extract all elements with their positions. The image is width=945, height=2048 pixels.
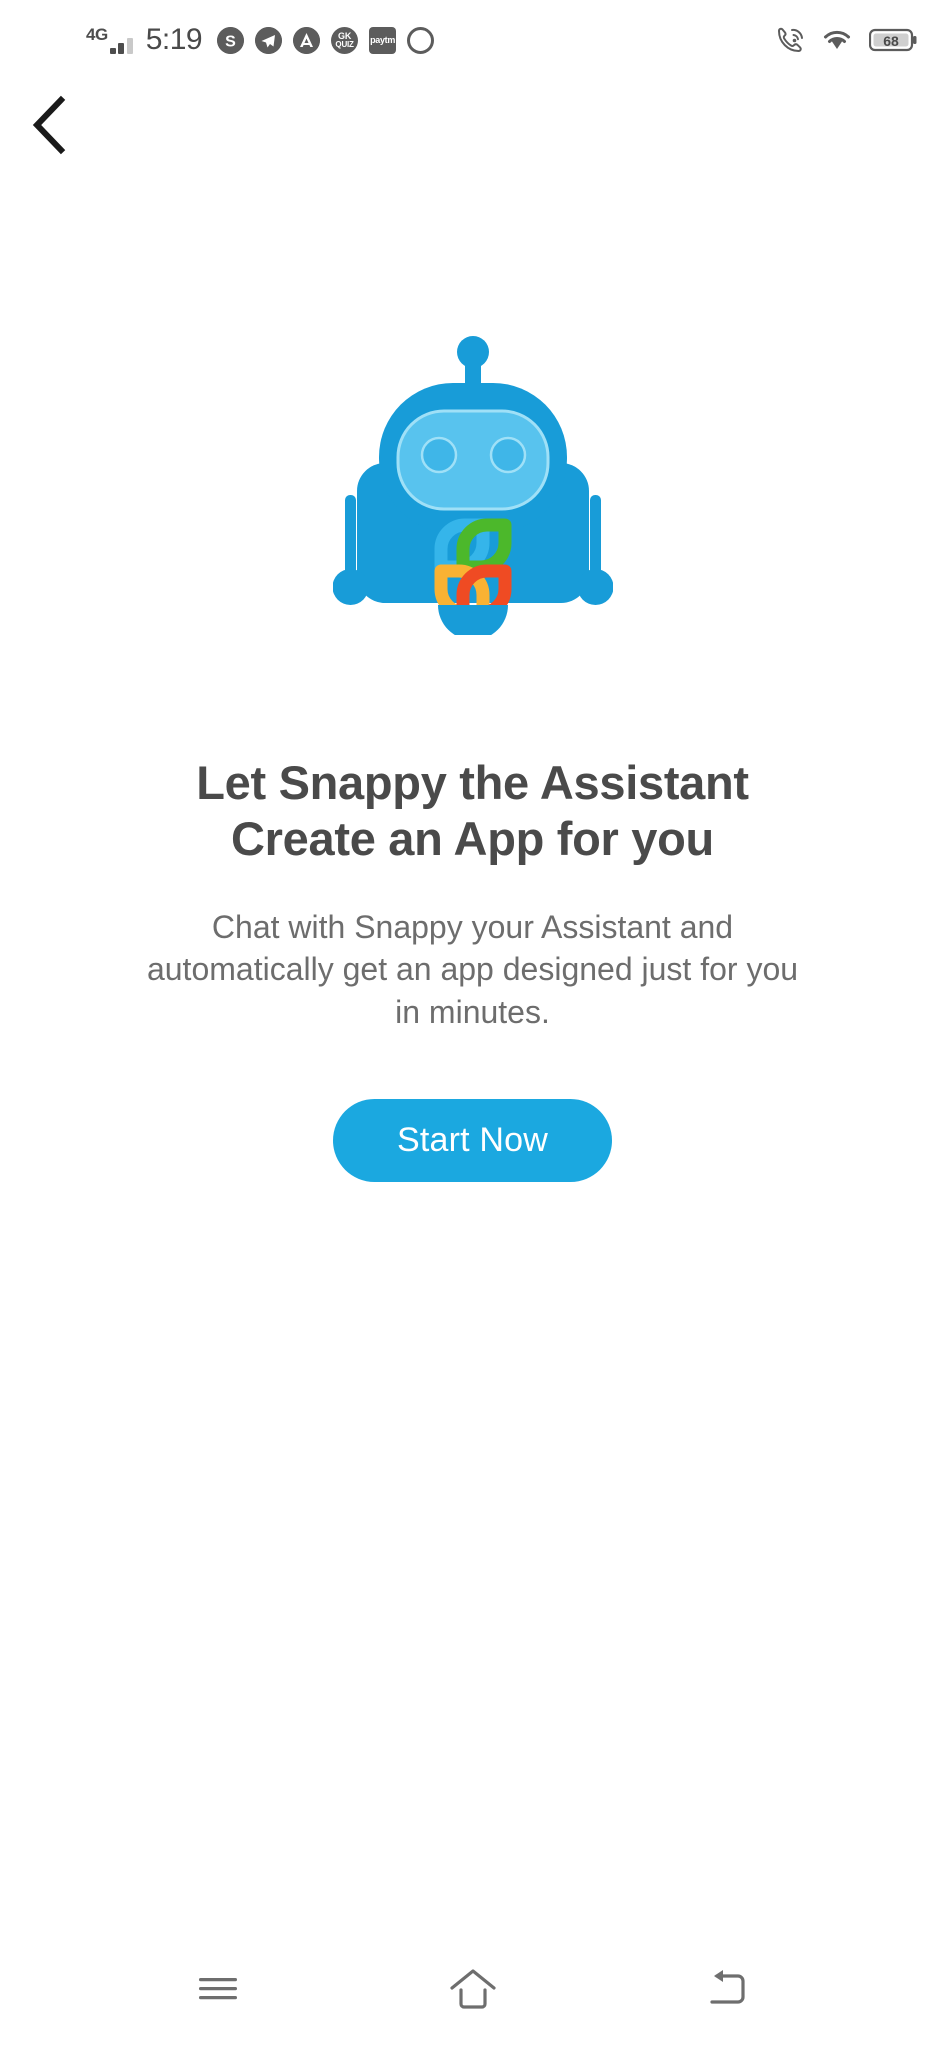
back-arrow-icon bbox=[709, 1970, 745, 2004]
page-title: Let Snappy the Assistant Create an App f… bbox=[196, 756, 749, 866]
battery-percent-label: 68 bbox=[883, 33, 899, 49]
alarm-icon bbox=[407, 26, 435, 54]
back-chevron-button[interactable] bbox=[18, 93, 82, 157]
signal-bars-icon bbox=[109, 34, 133, 54]
app-screen: 4G 5:19 S GK QUIZ paytm 68 Let Snappy th… bbox=[0, 0, 945, 2048]
svg-text:S: S bbox=[225, 33, 236, 50]
chevron-left-icon bbox=[32, 95, 66, 155]
status-bar: 4G 5:19 S GK QUIZ paytm 68 bbox=[0, 0, 945, 80]
paytm-icon: paytm bbox=[369, 26, 397, 54]
gk-quiz-icon-bottom: QUIZ bbox=[335, 39, 354, 49]
telegram-icon bbox=[255, 26, 283, 54]
page-subtitle: Chat with Snappy your Assistant and auto… bbox=[146, 908, 799, 1030]
home-icon bbox=[449, 1969, 496, 2009]
network-type-label: 4G bbox=[86, 25, 108, 44]
back-button[interactable] bbox=[678, 1949, 778, 2029]
status-bar-right: 68 bbox=[777, 27, 917, 53]
robot-illustration bbox=[332, 336, 613, 635]
wifi-icon bbox=[821, 27, 853, 53]
status-bar-left: 4G 5:19 S GK QUIZ paytm bbox=[86, 25, 777, 55]
menu-icon bbox=[198, 1978, 237, 2000]
cellular-signal-indicator: 4G bbox=[86, 26, 133, 54]
adaway-icon bbox=[293, 26, 321, 54]
android-navigation-bar bbox=[0, 1930, 945, 2048]
battery-icon: 68 bbox=[869, 27, 917, 53]
call-wifi-icon bbox=[777, 27, 805, 53]
onboarding-content: Let Snappy the Assistant Create an App f… bbox=[0, 170, 945, 1930]
recents-button[interactable] bbox=[168, 1949, 268, 2029]
gk-quiz-icon: GK QUIZ bbox=[331, 26, 359, 54]
app-top-bar bbox=[0, 80, 945, 170]
skype-icon: S bbox=[217, 26, 245, 54]
status-bar-clock: 5:19 bbox=[145, 23, 203, 56]
home-button[interactable] bbox=[423, 1949, 523, 2029]
snappy-robot-mascot bbox=[332, 335, 613, 635]
start-now-button[interactable]: Start Now bbox=[332, 1099, 613, 1183]
